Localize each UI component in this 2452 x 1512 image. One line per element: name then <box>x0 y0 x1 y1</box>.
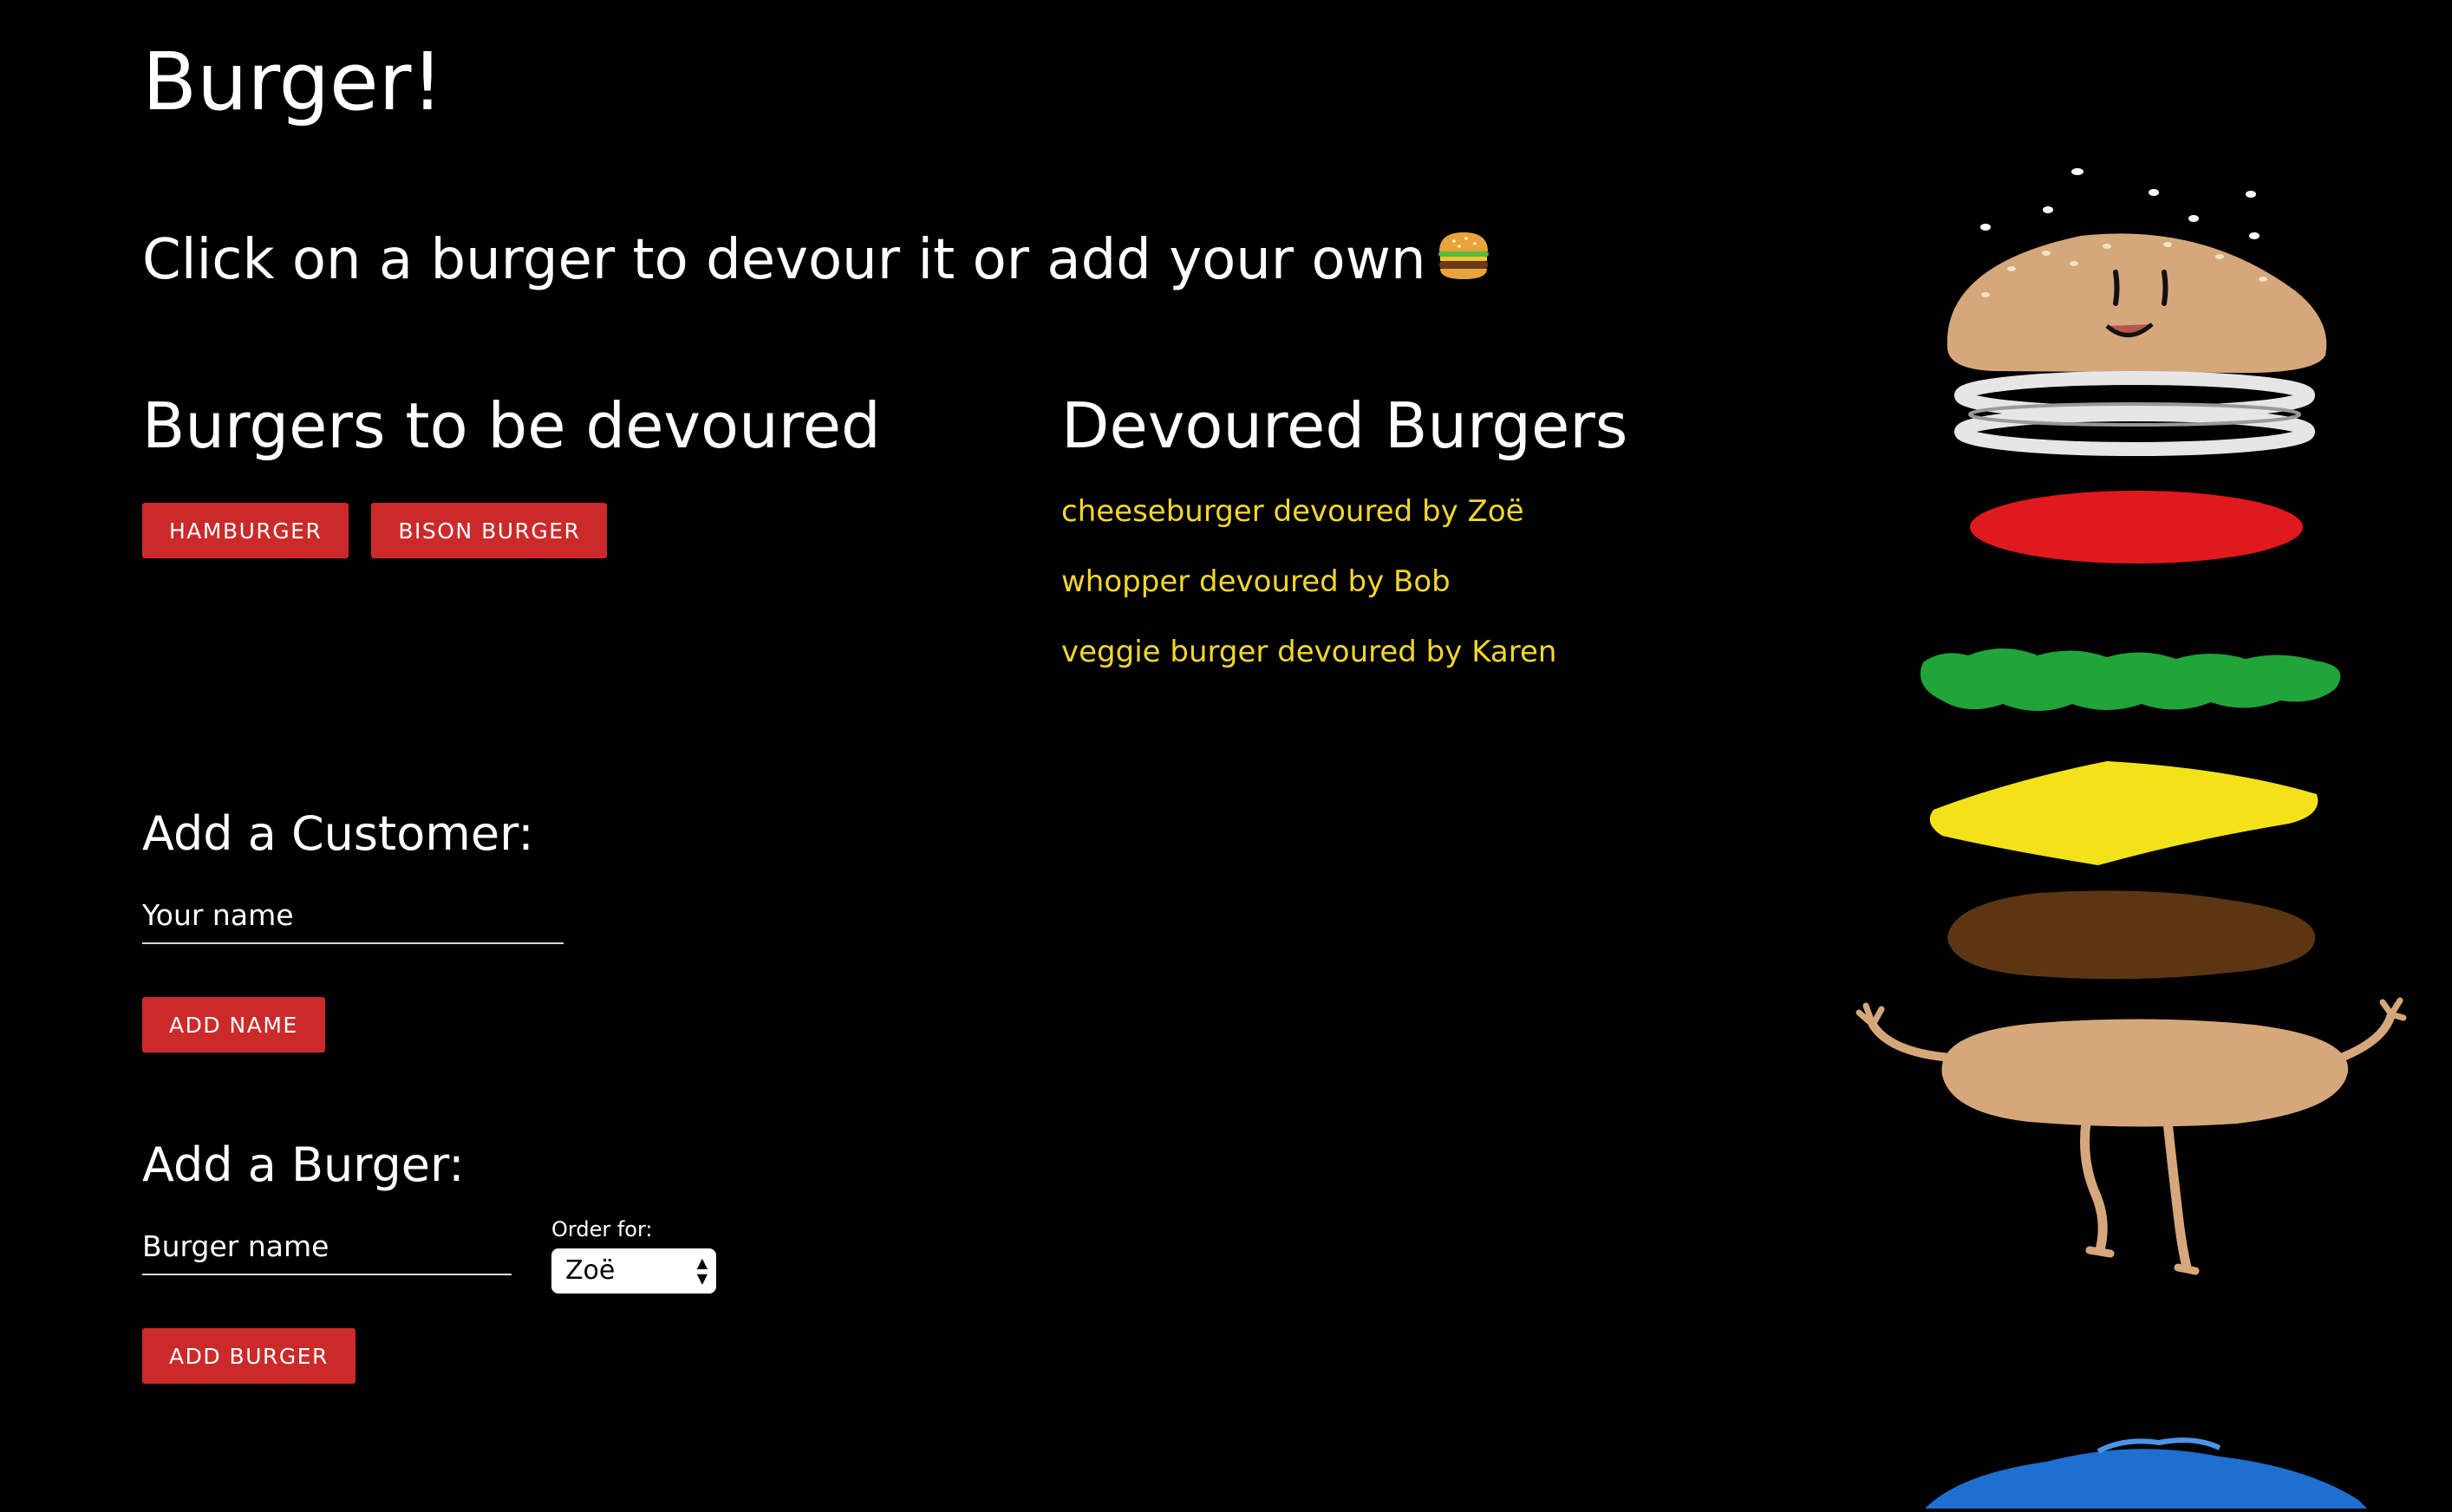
devoured-item: cheeseburger devoured by Zoë <box>1061 494 1524 529</box>
order-for-selected-value: Zoë <box>565 1255 616 1286</box>
devoured-item: veggie burger devoured by Karen <box>1061 635 1557 669</box>
subtitle-text: Click on a burger to devour it or add yo… <box>142 228 1426 292</box>
blue-splash-illustration <box>1907 1422 2393 1512</box>
order-for-label: Order for: <box>551 1217 653 1242</box>
page-subtitle: Click on a burger to devour it or add yo… <box>142 227 1492 297</box>
burger-button-hamburger[interactable]: HAMBURGER <box>142 503 349 558</box>
add-name-button[interactable]: ADD NAME <box>142 997 325 1053</box>
hamburger-emoji-icon <box>1435 229 1492 298</box>
select-arrows-icon: ▲ ▼ <box>696 1255 708 1287</box>
to-devour-heading: Burgers to be devoured <box>142 389 881 462</box>
order-for-select[interactable]: Zoë ▲ ▼ <box>551 1248 716 1294</box>
burger-button-bison-burger[interactable]: BISON BURGER <box>371 503 608 558</box>
burger-name-input[interactable] <box>142 1229 512 1275</box>
customer-name-input[interactable] <box>142 898 564 944</box>
burger-illustration <box>1821 156 2410 1321</box>
page-title: Burger! <box>142 36 444 128</box>
add-burger-button[interactable]: ADD BURGER <box>142 1328 355 1384</box>
burger-button-group: HAMBURGER BISON BURGER <box>142 503 608 558</box>
devoured-item: whopper devoured by Bob <box>1061 564 1451 599</box>
add-customer-heading: Add a Customer: <box>142 806 534 861</box>
devoured-list: cheeseburger devoured by Zoë whopper dev… <box>1061 486 1556 696</box>
add-burger-heading: Add a Burger: <box>142 1137 465 1192</box>
devoured-heading: Devoured Burgers <box>1061 389 1628 462</box>
